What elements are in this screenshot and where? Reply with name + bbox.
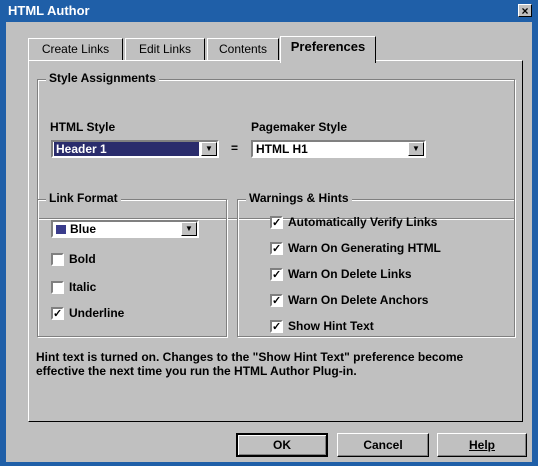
check-icon[interactable]: ✓: [270, 242, 283, 255]
hint-line-1: Hint text is turned on. Changes to the "…: [36, 350, 464, 364]
link-color-text: Blue: [70, 222, 97, 236]
tab-preferences[interactable]: Preferences: [280, 36, 376, 63]
checkbox-box[interactable]: [51, 253, 64, 266]
check-icon[interactable]: ✓: [270, 268, 283, 281]
checkbox-label: Automatically Verify Links: [288, 215, 438, 229]
tab-contents[interactable]: Contents: [207, 38, 279, 60]
tab-edit-links[interactable]: Edit Links: [125, 38, 205, 60]
chevron-down-icon[interactable]: ▼: [408, 142, 424, 156]
link-color-value: Blue: [54, 222, 179, 236]
close-icon[interactable]: ×: [518, 4, 532, 17]
pagemaker-style-select[interactable]: HTML H1 ▼: [251, 140, 426, 158]
hint-line-2: effective the next time you run the HTML…: [36, 364, 357, 378]
hint-text: Hint text is turned on. Changes to the "…: [36, 350, 506, 378]
group-title: Warnings & Hints: [246, 191, 352, 205]
tab-label: Contents: [218, 42, 268, 56]
pagemaker-style-label: Pagemaker Style: [251, 120, 348, 134]
dialog-window: HTML Author × Create Links Edit Links Co…: [0, 0, 538, 466]
chevron-down-icon[interactable]: ▼: [201, 142, 217, 156]
title-bar[interactable]: HTML Author ×: [6, 0, 532, 22]
checkbox-label: Underline: [69, 306, 125, 320]
checkbox-label: Warn On Delete Anchors: [288, 293, 429, 307]
tab-label: Preferences: [290, 39, 366, 54]
check-icon[interactable]: ✓: [51, 307, 64, 320]
chevron-down-icon[interactable]: ▼: [181, 222, 197, 236]
color-swatch-icon: [56, 225, 66, 235]
cancel-button[interactable]: Cancel: [337, 433, 429, 457]
link-format-group: Link Format Blue ▼ Bold Italic ✓ Underli…: [37, 191, 227, 337]
html-style-value: Header 1: [54, 142, 199, 156]
checkbox-label: Warn On Delete Links: [288, 267, 412, 281]
warnings-hints-group: Warnings & Hints ✓ Automatically Verify …: [237, 191, 515, 337]
check-icon[interactable]: ✓: [270, 294, 283, 307]
checkbox-label: Show Hint Text: [288, 319, 374, 333]
check-icon[interactable]: ✓: [270, 320, 283, 333]
check-icon[interactable]: ✓: [270, 216, 283, 229]
ok-button[interactable]: OK: [236, 433, 328, 457]
html-style-label: HTML Style: [50, 120, 116, 134]
tab-label: Edit Links: [138, 42, 192, 56]
help-button-label: Help: [468, 438, 495, 452]
help-button[interactable]: Help: [437, 433, 527, 457]
html-style-select[interactable]: Header 1 ▼: [51, 140, 219, 158]
group-title: Style Assignments: [46, 71, 159, 85]
window-title: HTML Author: [8, 3, 90, 18]
tab-label: Create Links: [41, 42, 110, 56]
checkbox-label: Bold: [69, 252, 96, 266]
tab-create-links[interactable]: Create Links: [28, 38, 123, 60]
link-color-select[interactable]: Blue ▼: [51, 220, 199, 238]
equals-sign: =: [231, 141, 239, 155]
checkbox-box[interactable]: [51, 281, 64, 294]
checkbox-label: Italic: [69, 280, 97, 294]
checkbox-label: Warn On Generating HTML: [288, 241, 441, 255]
group-title: Link Format: [46, 191, 121, 205]
pagemaker-style-value: HTML H1: [256, 142, 308, 156]
